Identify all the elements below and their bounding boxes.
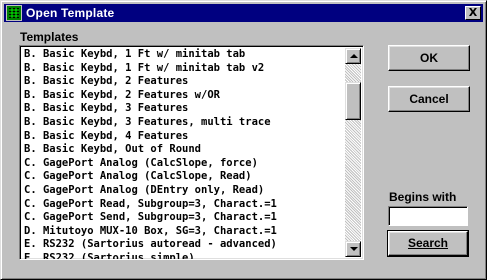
close-button[interactable]: X [465, 6, 481, 20]
template-list-item[interactable]: B. Basic Keybd, 2 Features w/OR [22, 89, 344, 103]
template-list-item[interactable]: B. Basic Keybd, 3 Features [22, 102, 344, 116]
template-list-item[interactable]: C. GagePort Read, Subgroup=3, Charact.=1 [22, 198, 344, 212]
arrow-up-icon [350, 54, 358, 58]
template-list-item[interactable]: B. Basic Keybd, 3 Features, multi trace [22, 116, 344, 130]
template-list-item[interactable]: C. GagePort Analog (CalcSlope, force) [22, 157, 344, 171]
template-list-item[interactable]: B. Basic Keybd, 1 Ft w/ minitab tab v2 [22, 62, 344, 76]
template-list-item[interactable]: B. Basic Keybd, 2 Features [22, 75, 344, 89]
templates-listbox[interactable]: B. Basic Keybd, 1 Ft w/ minitab tab B. Ba… [19, 45, 364, 260]
template-list-item[interactable]: B. Basic Keybd, Out of Round [22, 143, 344, 157]
title-bar[interactable]: Open Template X [4, 4, 483, 22]
close-icon: X [468, 6, 478, 19]
arrow-down-icon [350, 247, 358, 251]
templates-label: Templates [20, 30, 79, 44]
scroll-down-button[interactable] [345, 241, 361, 257]
template-list-item[interactable]: E. RS232 (Sartorius simple) [22, 252, 344, 259]
cancel-button[interactable]: Cancel [388, 86, 470, 112]
template-list-item[interactable]: D. Mitutoyo MUX-10 Box, SG=3, Charact.=1 [22, 225, 344, 239]
template-list-item[interactable]: B. Basic Keybd, 4 Features [22, 130, 344, 144]
template-list-item[interactable]: C. GagePort Analog (DEntry only, Read) [22, 184, 344, 198]
app-grid-icon [6, 5, 22, 21]
scroll-up-button[interactable] [345, 48, 361, 64]
ok-button[interactable]: OK [388, 45, 470, 71]
template-list-item[interactable]: B. Basic Keybd, 1 Ft w/ minitab tab [22, 48, 344, 62]
begins-with-label: Begins with [389, 190, 457, 204]
template-list-item[interactable]: E. RS232 (Sartorius autoread - advanced) [22, 238, 344, 252]
template-list-item[interactable]: C. GagePort Send, Subgroup=3, Charact.=1 [22, 211, 344, 225]
templates-scrollbar[interactable] [345, 48, 361, 257]
templates-list: B. Basic Keybd, 1 Ft w/ minitab tab B. Ba… [22, 48, 344, 259]
begins-with-input[interactable] [388, 206, 468, 226]
template-list-item[interactable]: C. GagePort Analog (CalcSlope, Read) [22, 170, 344, 184]
search-button[interactable]: Search [387, 230, 469, 257]
window-title: Open Template [26, 6, 115, 20]
search-button-label: Search [407, 236, 449, 250]
scroll-thumb[interactable] [345, 82, 361, 120]
open-template-dialog: Open Template X Templates B. Basic Keybd… [0, 0, 487, 280]
